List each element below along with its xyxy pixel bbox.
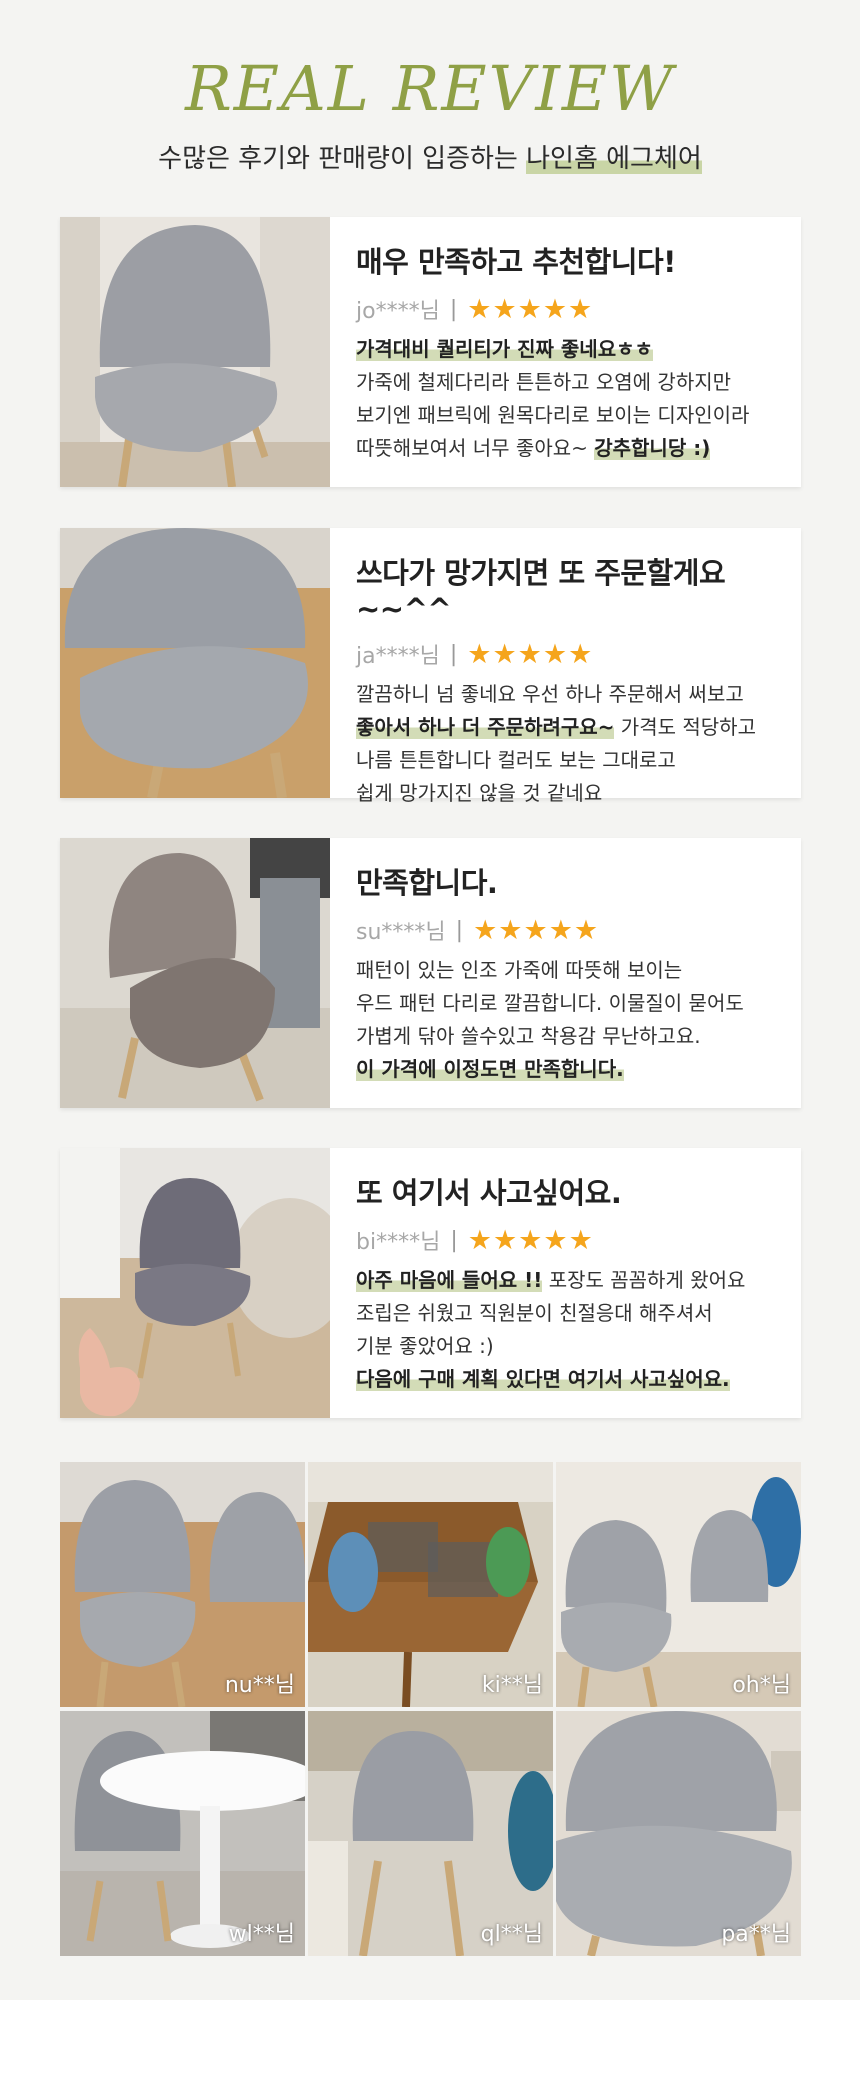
review-body: 또 여기서 사고싶어요. bi****님 | ★★★★★ 아주 마음에 들어요 …	[356, 1170, 786, 1396]
reviewer-id: ja****님	[356, 644, 440, 669]
review-body: 매우 만족하고 추천합니다! jo****님 | ★★★★★ 가격대비 퀄리티가…	[356, 239, 786, 465]
meta-divider: |	[450, 1227, 458, 1253]
gallery-photo: ki**님	[308, 1462, 553, 1707]
review-line: 가격대비 퀄리티가 진짜 좋네요ㅎㅎ	[356, 337, 653, 361]
review-title: 쓰다가 망가지면 또 주문할게요~~^^	[356, 556, 726, 626]
review-text: 아주 마음에 들어요 !! 포장도 꼼꼼하게 왔어요 조립은 쉬웠고 직원분이 …	[356, 1264, 786, 1396]
review-text: 가격대비 퀄리티가 진짜 좋네요ㅎㅎ 가죽에 철제다리라 튼튼하고 오염에 강하…	[356, 333, 786, 465]
gallery-photo: oh*님	[556, 1462, 801, 1707]
review-line: 이 가격에 이정도면 만족합니다.	[356, 1057, 624, 1081]
review-title: 또 여기서 사고싶어요.	[356, 1176, 622, 1210]
review-photo	[60, 217, 330, 487]
gallery-user-tag: ki**님	[481, 1673, 543, 1698]
review-title: 만족합니다.	[356, 866, 498, 900]
meta-divider: |	[449, 641, 458, 667]
review-card: 매우 만족하고 추천합니다! jo****님 | ★★★★★ 가격대비 퀄리티가…	[60, 217, 801, 487]
photo-review-grid: nu**님 ki**님 oh*님 wl**님 ql**님 pa**님	[60, 1462, 801, 1956]
review-line: 다음에 구매 계획 있다면 여기서 사고싶어요.	[356, 1367, 730, 1391]
review-line: 나름 튼튼합니다 컬러도 보는 그대로고	[356, 748, 676, 772]
review-text: 패턴이 있는 인조 가죽에 따뜻해 보이는 우드 패턴 다리로 깔끔합니다. 이…	[356, 954, 786, 1086]
gallery-photo: pa**님	[556, 1711, 801, 1956]
review-meta: su****님 | ★★★★★	[356, 914, 786, 946]
review-line: 보기엔 패브릭에 원목다리로 보이는 디자인이라	[356, 403, 750, 427]
gallery-user-tag: oh*님	[732, 1673, 791, 1698]
gallery-user-tag: wl**님	[228, 1922, 295, 1947]
reviewer-id: jo****님	[356, 299, 440, 324]
review-page: REAL REVIEW 수많은 후기와 판매량이 입증하는 나인홈 에그체어 매…	[0, 0, 860, 2083]
review-text: 깔끔하니 넘 좋네요 우선 하나 주문해서 써보고 좋아서 하나 더 주문하려구…	[356, 678, 786, 810]
review-body: 쓰다가 망가지면 또 주문할게요~~^^ ja****님 | ★★★★★ 깔끔하…	[356, 550, 786, 810]
subtitle-text: 수많은 후기와 판매량이 입증하는	[158, 144, 527, 174]
review-card: 만족합니다. su****님 | ★★★★★ 패턴이 있는 인조 가죽에 따뜻해…	[60, 838, 801, 1108]
star-rating-icon: ★★★★★	[473, 914, 600, 946]
review-photo	[60, 1148, 330, 1418]
reviewer-id: su****님	[356, 920, 446, 945]
gallery-user-tag: nu**님	[224, 1673, 295, 1698]
star-rating-icon: ★★★★★	[467, 638, 594, 670]
meta-divider: |	[455, 917, 464, 943]
gallery-user-tag: ql**님	[480, 1922, 543, 1947]
review-body: 만족합니다. su****님 | ★★★★★ 패턴이 있는 인조 가죽에 따뜻해…	[356, 860, 786, 1086]
review-line: 가볍게 닦아 쓸수있고 착용감 무난하고요.	[356, 1024, 701, 1048]
subtitle-highlight: 나인홈 에그체어	[526, 144, 702, 174]
review-card: 또 여기서 사고싶어요. bi****님 | ★★★★★ 아주 마음에 들어요 …	[60, 1148, 801, 1418]
review-line: 따뜻해보여서 너무 좋아요~ 강추합니당 :)	[356, 436, 711, 460]
review-line: 조립은 쉬웠고 직원분이 친절응대 해주셔서	[356, 1301, 713, 1325]
review-meta: jo****님 | ★★★★★	[356, 293, 786, 325]
review-line: 좋아서 하나 더 주문하려구요~ 가격도 적당하고	[356, 715, 756, 739]
review-meta: bi****님 | ★★★★★	[356, 1224, 786, 1256]
section-title: REAL REVIEW	[185, 52, 675, 125]
star-rating-icon: ★★★★★	[467, 1224, 594, 1256]
section-subtitle: 수많은 후기와 판매량이 입증하는 나인홈 에그체어	[0, 138, 860, 175]
reviewer-id: bi****님	[356, 1230, 441, 1255]
gallery-user-tag: pa**님	[721, 1922, 791, 1947]
review-line: 가죽에 철제다리라 튼튼하고 오염에 강하지만	[356, 370, 732, 394]
review-line: 아주 마음에 들어요 !! 포장도 꼼꼼하게 왔어요	[356, 1268, 746, 1292]
meta-divider: |	[449, 296, 458, 322]
review-line: 패턴이 있는 인조 가죽에 따뜻해 보이는	[356, 958, 683, 982]
review-meta: ja****님 | ★★★★★	[356, 638, 786, 670]
review-title: 매우 만족하고 추천합니다!	[356, 245, 676, 279]
review-photo	[60, 838, 330, 1108]
review-line: 우드 패턴 다리로 깔끔합니다. 이물질이 묻어도	[356, 991, 744, 1015]
gallery-photo: wl**님	[60, 1711, 305, 1956]
review-photo	[60, 528, 330, 798]
review-line: 쉽게 망가지진 않을 것 같네요	[356, 781, 603, 805]
star-rating-icon: ★★★★★	[467, 293, 594, 325]
review-line: 깔끔하니 넘 좋네요 우선 하나 주문해서 써보고	[356, 682, 744, 706]
gallery-photo: nu**님	[60, 1462, 305, 1707]
review-card: 쓰다가 망가지면 또 주문할게요~~^^ ja****님 | ★★★★★ 깔끔하…	[60, 528, 801, 805]
review-line: 기분 좋았어요 :)	[356, 1334, 494, 1358]
gallery-photo: ql**님	[308, 1711, 553, 1956]
